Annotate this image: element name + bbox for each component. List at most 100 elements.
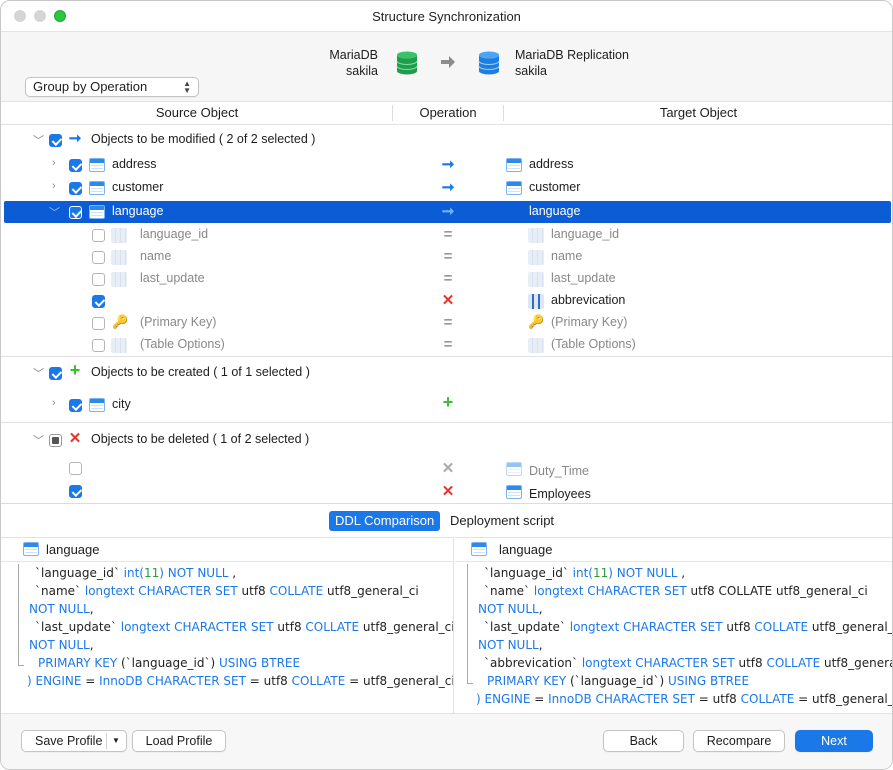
- section-deleted[interactable]: ﹀ ✕ Objects to be deleted ( 1 of 2 selec…: [1, 429, 892, 451]
- row-checkbox[interactable]: [69, 159, 82, 172]
- group-by-select[interactable]: Group by Operation ▲ ▼: [25, 77, 199, 97]
- code-fold-line: [18, 564, 24, 666]
- ddl-source-table-name: language: [46, 542, 100, 557]
- field-row[interactable]: 🔑 (Primary Key) = 🔑 (Primary Key): [1, 312, 892, 334]
- field-row[interactable]: ✕ abbrevication: [1, 290, 892, 312]
- equal-icon: =: [443, 248, 453, 265]
- target-object-name: Duty_Time: [529, 464, 589, 478]
- save-profile-button[interactable]: Save Profile ▼: [21, 730, 127, 752]
- table-row-selected[interactable]: ﹀ language ➞ language: [4, 201, 891, 223]
- row-checkbox[interactable]: [92, 339, 105, 352]
- section-created[interactable]: ﹀ + Objects to be created ( 1 of 1 selec…: [1, 360, 892, 384]
- table-row[interactable]: ✕ Duty_Time: [1, 459, 892, 481]
- source-object-name: city: [112, 397, 131, 411]
- column-header: Source Object Operation Target Object: [1, 101, 892, 125]
- row-checkbox[interactable]: [92, 251, 105, 264]
- code-fold-line: [467, 564, 473, 684]
- ddl-target-header: language: [455, 538, 892, 562]
- create-plus-icon: +: [442, 392, 454, 412]
- ddl-tabs: DDL Comparison Deployment script: [1, 503, 892, 537]
- row-checkbox[interactable]: [92, 229, 105, 242]
- target-object-name: Employees: [529, 487, 591, 501]
- row-checkbox[interactable]: [69, 206, 82, 219]
- row-checkbox[interactable]: [69, 462, 82, 475]
- tab-deployment-script[interactable]: Deployment script: [444, 511, 560, 531]
- row-checkbox[interactable]: [69, 485, 82, 498]
- chevron-down-icon[interactable]: ﹀: [33, 432, 44, 448]
- chevron-right-icon[interactable]: ›: [52, 157, 56, 169]
- table-icon: [506, 158, 522, 172]
- target-field-name: (Table Options): [551, 337, 636, 351]
- field-row[interactable]: language_id = language_id: [1, 224, 892, 246]
- table-icon: [89, 398, 105, 412]
- modify-arrow-icon: ➞: [441, 203, 455, 220]
- zoom-window-button[interactable]: [54, 10, 66, 22]
- delete-x-icon: ✕: [441, 483, 455, 500]
- minimize-window-button[interactable]: [34, 10, 46, 22]
- section-created-checkbox[interactable]: [49, 367, 62, 380]
- row-checkbox[interactable]: [92, 295, 105, 308]
- ddl-source-pane[interactable]: language `language_id` int(11) NOT NULL …: [1, 537, 454, 713]
- delete-x-icon: ✕: [441, 292, 455, 309]
- target-database-name: sakila: [515, 64, 547, 78]
- equal-icon: =: [443, 226, 453, 243]
- operation-column-header[interactable]: Operation: [393, 105, 503, 120]
- next-button[interactable]: Next: [795, 730, 873, 752]
- target-object-column-header[interactable]: Target Object: [503, 105, 892, 120]
- close-window-button[interactable]: [14, 10, 26, 22]
- ddl-target-pane[interactable]: language `language_id` int(11) NOT NULL …: [455, 537, 892, 713]
- tab-ddl-comparison[interactable]: DDL Comparison: [329, 511, 441, 531]
- equal-icon: =: [443, 314, 453, 331]
- row-checkbox[interactable]: [92, 273, 105, 286]
- table-icon: [471, 542, 487, 556]
- chevron-down-icon[interactable]: ﹀: [49, 204, 60, 220]
- table-icon: [89, 181, 105, 195]
- recompare-button[interactable]: Recompare: [693, 730, 785, 752]
- row-checkbox[interactable]: [92, 317, 105, 330]
- row-checkbox[interactable]: [69, 182, 82, 195]
- row-checkbox[interactable]: [69, 399, 82, 412]
- source-object-name: address: [112, 157, 157, 171]
- section-modified[interactable]: ﹀ ➞ Objects to be modified ( 2 of 2 sele…: [1, 129, 892, 151]
- target-field-name: name: [551, 249, 583, 263]
- field-row[interactable]: (Table Options) = (Table Options): [1, 334, 892, 356]
- create-plus-icon: +: [69, 360, 81, 380]
- target-field-name: language_id: [551, 227, 620, 241]
- equal-icon: =: [443, 270, 453, 287]
- group-by-value: Group by Operation: [33, 79, 148, 94]
- chevron-down-icon[interactable]: ﹀: [33, 132, 44, 148]
- target-object-name: customer: [529, 180, 581, 194]
- table-row[interactable]: › customer ➞ customer: [1, 177, 892, 199]
- dropdown-arrow-icon[interactable]: ▼: [112, 731, 120, 751]
- column-icon: [111, 250, 127, 265]
- footer-bar: Save Profile ▼ Load Profile Back Recompa…: [1, 713, 892, 769]
- load-profile-button[interactable]: Load Profile: [132, 730, 226, 752]
- table-row[interactable]: › city +: [1, 392, 892, 416]
- target-server-name: MariaDB Replication: [515, 48, 629, 62]
- target-object-name: address: [529, 157, 574, 171]
- table-icon: [23, 542, 39, 556]
- target-field-name: last_update: [551, 271, 616, 285]
- key-icon: 🔑: [112, 314, 129, 329]
- table-row[interactable]: › address ➞ address: [1, 154, 892, 176]
- section-deleted-label: Objects to be deleted ( 1 of 2 selected …: [91, 432, 310, 446]
- chevron-right-icon[interactable]: ›: [52, 180, 56, 192]
- sync-direction-arrow-icon: [441, 56, 455, 68]
- back-button[interactable]: Back: [603, 730, 684, 752]
- column-icon: [528, 272, 544, 287]
- section-modified-checkbox[interactable]: [49, 134, 62, 147]
- source-field-name: (Table Options): [140, 337, 225, 351]
- source-object-column-header[interactable]: Source Object: [1, 105, 393, 120]
- section-deleted-checkbox[interactable]: [49, 434, 62, 447]
- section-divider: [1, 422, 892, 423]
- field-row[interactable]: last_update = last_update: [1, 268, 892, 290]
- modify-arrow-icon: ➞: [441, 179, 455, 196]
- column-icon: [528, 294, 544, 309]
- chevron-down-icon[interactable]: ﹀: [33, 365, 44, 381]
- target-field-name: abbrevication: [551, 293, 626, 307]
- source-database-icon: [396, 51, 418, 75]
- chevron-right-icon[interactable]: ›: [52, 397, 56, 409]
- field-row[interactable]: name = name: [1, 246, 892, 268]
- save-profile-label: Save Profile: [35, 734, 103, 748]
- table-row[interactable]: ✕ Employees: [1, 482, 892, 502]
